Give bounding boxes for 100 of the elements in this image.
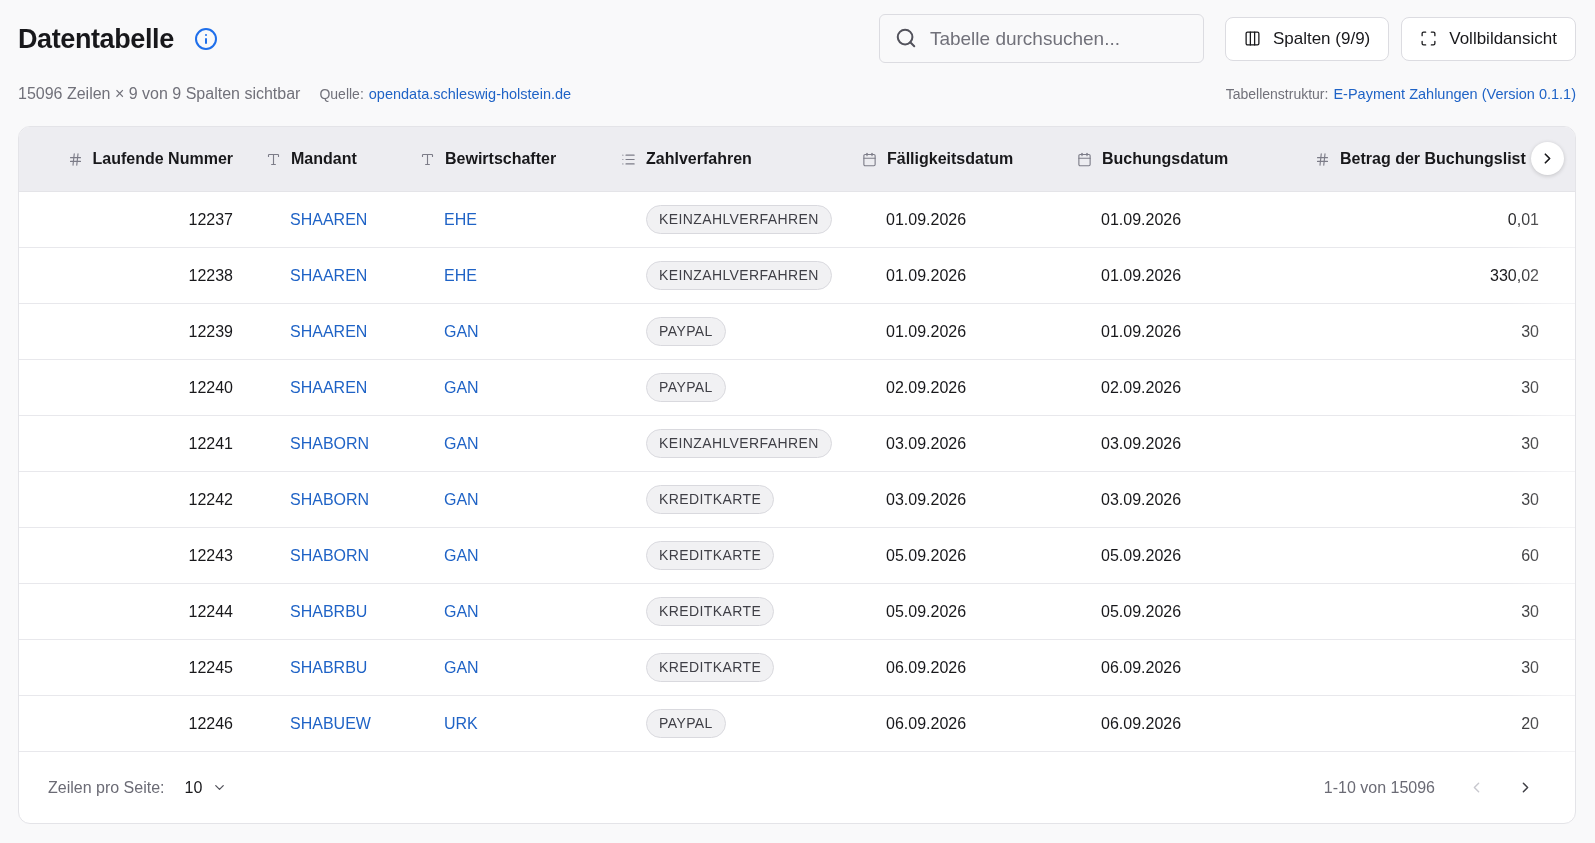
hash-icon [67, 151, 83, 167]
scroll-right-button[interactable] [1531, 142, 1564, 175]
table-cell-text: 05.09.2026 [886, 545, 967, 566]
table-link[interactable]: SHABRBU [290, 599, 368, 624]
table-link[interactable]: SHABUEW [290, 711, 371, 736]
table-link[interactable]: GAN [444, 319, 479, 344]
column-header[interactable]: Laufende Nummer [92, 147, 233, 171]
hash-icon [1315, 151, 1330, 167]
table-cell-text: 30 [1521, 321, 1539, 342]
payment-method-tag: KREDITKARTE [646, 485, 775, 514]
calendar-icon [1077, 151, 1092, 167]
table-link[interactable]: GAN [444, 487, 479, 512]
page-title: Datentabelle [18, 22, 174, 55]
column-header[interactable]: Mandant [291, 147, 357, 171]
columns-button[interactable]: Spalten (9/9) [1224, 16, 1390, 61]
table-cell-text: 12245 [188, 657, 233, 678]
table-link[interactable]: GAN [444, 599, 479, 624]
table-cell-text: 03.09.2026 [1101, 433, 1182, 454]
column-header[interactable]: Buchungsdatum [1102, 147, 1229, 171]
table-link[interactable]: SHAAREN [290, 375, 368, 400]
column-header[interactable]: Fälligkeitsdatum [887, 147, 1014, 171]
payment-method-tag: PAYPAL [646, 709, 726, 738]
table-cell-text: 03.09.2026 [886, 489, 967, 510]
payment-method-tag: PAYPAL [646, 317, 726, 346]
table-cell-text: 30 [1521, 657, 1539, 678]
table-cell-text: 30 [1521, 377, 1539, 398]
table-cell-text: 12241 [188, 433, 233, 454]
table-link[interactable]: GAN [444, 655, 479, 680]
table-link[interactable]: SHABRBU [290, 655, 368, 680]
table-cell-text: 01.09.2026 [886, 209, 967, 230]
fullscreen-icon [1420, 30, 1438, 47]
table-link[interactable]: GAN [444, 431, 479, 456]
columns-icon [1243, 30, 1261, 47]
payment-method-tag: KREDITKARTE [646, 653, 775, 682]
calendar-icon [862, 151, 877, 167]
table-cell-text: 12238 [188, 265, 233, 286]
structure-label: Tabellenstruktur: [1225, 85, 1329, 104]
table-cell-text: 01.09.2026 [1101, 209, 1182, 230]
payment-method-tag: KREDITKARTE [646, 597, 775, 626]
table-cell-text: 30 [1521, 433, 1539, 454]
table-cell-text: 330,02 [1490, 265, 1539, 286]
payment-method-tag: KEINZAHLVERFAHREN [646, 261, 832, 290]
table-cell-text: 05.09.2026 [886, 601, 967, 622]
payment-method-tag: PAYPAL [646, 373, 726, 402]
table-cell-text: 01.09.2026 [1101, 265, 1182, 286]
search-icon [894, 27, 917, 49]
table-cell-text: 60 [1521, 545, 1539, 566]
table-cell-text: 03.09.2026 [886, 433, 967, 454]
table-cell-text: 12246 [188, 713, 233, 734]
column-header[interactable]: Bewirtschafter [445, 147, 557, 171]
table-cell-text: 05.09.2026 [1101, 545, 1182, 566]
source-link[interactable]: opendata.schleswig-holstein.de [368, 84, 572, 106]
payment-method-tag: KEINZAHLVERFAHREN [646, 205, 832, 234]
source-label: Quelle: [319, 85, 364, 104]
table-cell-text: 12237 [188, 209, 233, 230]
table-cell-text: 0,01 [1507, 209, 1539, 230]
table-link[interactable]: GAN [444, 375, 479, 400]
table-cell-text: 30 [1521, 601, 1539, 622]
table-link[interactable]: SHABORN [290, 543, 370, 568]
table-cell-text: 01.09.2026 [886, 321, 967, 342]
text-type-icon [420, 151, 435, 167]
table-link[interactable]: SHABORN [290, 431, 370, 456]
table-cell-text: 20 [1521, 713, 1539, 734]
table-cell-text: 06.09.2026 [1101, 657, 1182, 678]
info-button[interactable] [193, 26, 218, 51]
column-header[interactable]: Betrag der Buchungslist [1340, 147, 1526, 171]
table-link[interactable]: EHE [444, 263, 477, 288]
table-cell-text: 12243 [188, 545, 233, 566]
info-icon [193, 26, 218, 51]
table-link[interactable]: SHABORN [290, 487, 370, 512]
table-cell-text: 02.09.2026 [886, 377, 967, 398]
table-link[interactable]: URK [444, 711, 478, 736]
table-cell-text: 03.09.2026 [1101, 489, 1182, 510]
column-header[interactable]: Zahlverfahren [646, 147, 752, 171]
table-link[interactable]: EHE [444, 207, 477, 232]
table-cell-text: 02.09.2026 [1101, 377, 1182, 398]
table-cell-text: 01.09.2026 [1101, 321, 1182, 342]
table-cell-text: 06.09.2026 [886, 713, 967, 734]
structure-link[interactable]: E-Payment Zahlungen (Version 0.1.1) [1333, 84, 1576, 106]
search-field[interactable]: Tabelle durchsuchen... [878, 14, 1204, 63]
rows-per-page-label: Zeilen pro Seite: [48, 777, 165, 798]
table-cell-text: 12244 [188, 601, 233, 622]
table-cell-text: 12242 [188, 489, 233, 510]
table-link[interactable]: GAN [444, 543, 479, 568]
list-icon [621, 151, 636, 167]
table-cell-text: 06.09.2026 [1101, 713, 1182, 734]
fullscreen-button[interactable]: Vollbildansicht [1401, 16, 1576, 61]
page-range: 1-10 von 15096 [1323, 777, 1435, 798]
payment-method-tag: KEINZAHLVERFAHREN [646, 429, 832, 458]
table-link[interactable]: SHAAREN [290, 207, 368, 232]
table-cell-text: 12240 [188, 377, 233, 398]
text-type-icon [266, 151, 281, 167]
rows-per-page-select[interactable]: 10 [180, 771, 232, 804]
table-summary: 15096 Zeilen × 9 von 9 Spalten sichtbar [18, 84, 301, 104]
table-cell-text: 30 [1521, 489, 1539, 510]
table-cell-text: 12239 [188, 321, 233, 342]
table-cell-text: 06.09.2026 [886, 657, 967, 678]
table-link[interactable]: SHAAREN [290, 319, 368, 344]
table-cell-text: 05.09.2026 [1101, 601, 1182, 622]
table-link[interactable]: SHAAREN [290, 263, 368, 288]
